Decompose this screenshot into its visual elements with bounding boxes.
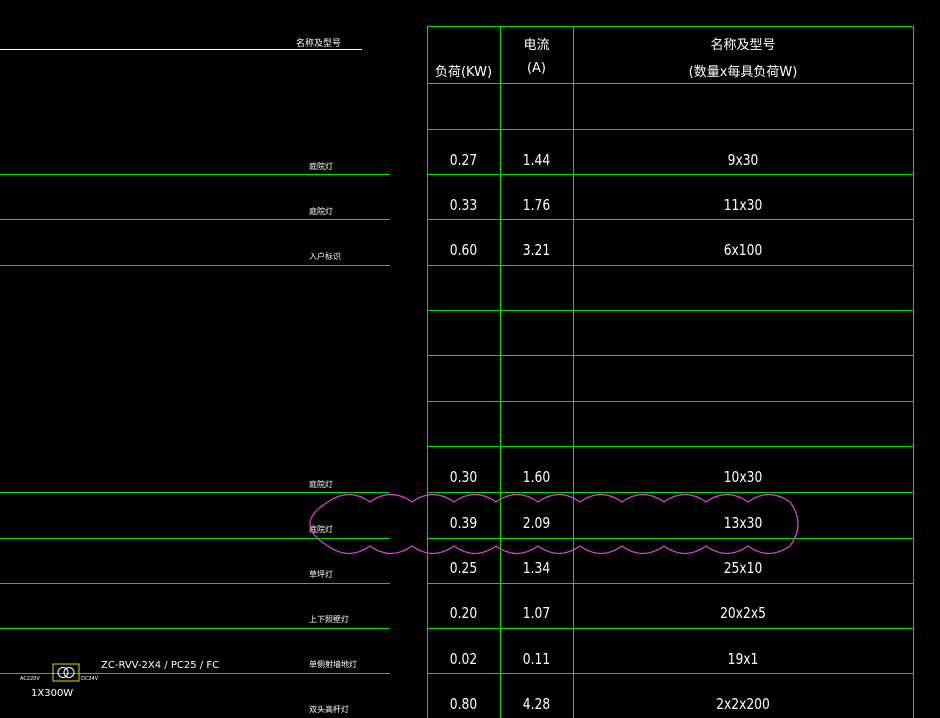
revision-cloud: [309, 493, 799, 555]
revision-cloud-outline: [309, 493, 799, 555]
